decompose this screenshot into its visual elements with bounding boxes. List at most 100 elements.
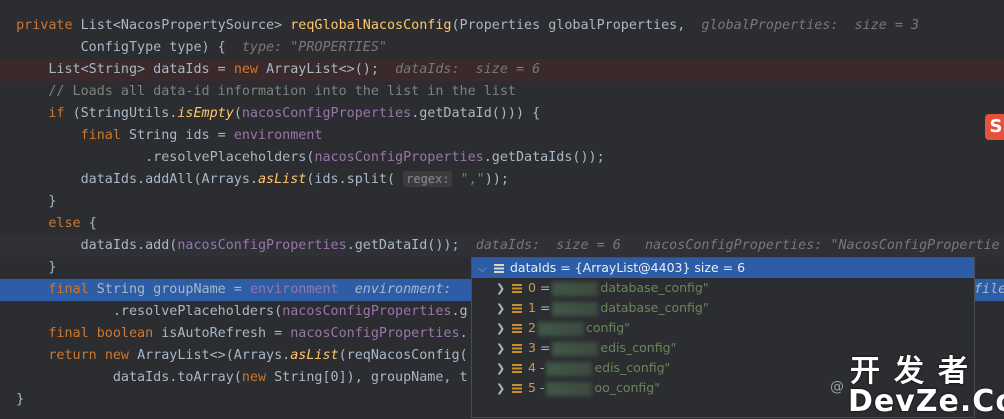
inline-debug-hint: type: "PROPERTIES" bbox=[241, 40, 387, 55]
list-item[interactable]: ❯ 2 config" bbox=[472, 318, 974, 338]
inline-debug-hint: environment: bbox=[354, 282, 452, 297]
field-ref: environment bbox=[233, 128, 323, 143]
static-method: isEmpty bbox=[177, 106, 234, 121]
brace: } bbox=[48, 260, 57, 275]
code-token: String groupName = bbox=[96, 282, 250, 297]
redacted-blur bbox=[552, 341, 599, 356]
item-index: 4 bbox=[528, 360, 536, 375]
keyword-final: final bbox=[48, 326, 97, 341]
code-line-11: dataIds.add(nacosConfigProperties.getDat… bbox=[0, 235, 1004, 257]
code-token: String ids = bbox=[129, 128, 234, 143]
code-line-5: if (StringUtils.isEmpty(nacosConfigPrope… bbox=[0, 103, 1004, 125]
code-token: isAutoRefresh = bbox=[161, 326, 291, 341]
code-token: .resolvePlaceholders( bbox=[145, 150, 315, 165]
param-type: ConfigType type) { bbox=[80, 40, 226, 55]
item-index: 5 bbox=[528, 380, 536, 395]
chevron-down-icon[interactable]: ⌵ bbox=[478, 259, 494, 279]
item-sep: - bbox=[535, 360, 545, 375]
field-ref: nacosConfigProperties bbox=[241, 106, 412, 121]
code-token: .resolvePlaceholders( bbox=[112, 304, 283, 319]
item-sep: = bbox=[535, 280, 551, 295]
keyword-return: return bbox=[48, 348, 105, 363]
field-icon bbox=[512, 364, 522, 373]
code-line-8: dataIds.addAll(Arrays.asList(ids.split( … bbox=[0, 169, 1004, 191]
item-value: edis_config" bbox=[594, 360, 671, 375]
item-index: 2 bbox=[528, 320, 536, 335]
code-token: ArrayList<>(Arrays. bbox=[137, 348, 291, 363]
watermark-logo-icon: S bbox=[985, 114, 1004, 140]
field-ref: environment bbox=[249, 282, 339, 297]
variable-header: dataIds = {ArrayList@4403} size = 6 bbox=[510, 260, 746, 275]
field-icon bbox=[512, 304, 522, 313]
keyword-if: if bbox=[48, 106, 73, 121]
field-icon bbox=[512, 344, 522, 353]
code-token: .getDataIds()); bbox=[483, 150, 605, 165]
string-literal: "," bbox=[452, 172, 485, 187]
brace: { bbox=[88, 216, 97, 231]
code-token: )); bbox=[484, 172, 509, 187]
item-sep: = bbox=[535, 340, 551, 355]
code-token: .g bbox=[451, 304, 468, 319]
declaration: List<String> dataIds = bbox=[48, 62, 234, 77]
code-token: ( bbox=[233, 106, 242, 121]
keyword-new: new bbox=[104, 348, 138, 363]
field-ref: nacosConfigProperties bbox=[282, 304, 452, 319]
inline-debug-hint: dataIds: size = 6 bbox=[475, 238, 621, 253]
code-line-4: // Loads all data-id information into th… bbox=[0, 81, 1004, 103]
field-icon bbox=[494, 264, 504, 273]
code-token: (ids.split( bbox=[306, 172, 404, 187]
watermark-at: @ bbox=[830, 379, 844, 395]
list-item[interactable]: ❯ 1 = database_config" bbox=[472, 298, 974, 318]
watermark-line2: DevZe.CoM bbox=[848, 384, 1004, 419]
field-ref: nacosConfigProperties bbox=[177, 238, 347, 253]
code-line-7: .resolvePlaceholders(nacosConfigProperti… bbox=[0, 147, 1004, 169]
item-index: 0 bbox=[528, 280, 536, 295]
chevron-right-icon[interactable]: ❯ bbox=[496, 279, 512, 299]
redacted-blur bbox=[552, 281, 599, 296]
item-sep: - bbox=[535, 380, 545, 395]
popup-header-row[interactable]: ⌵ dataIds = {ArrayList@4403} size = 6 bbox=[472, 258, 974, 278]
chevron-right-icon[interactable]: ❯ bbox=[496, 359, 512, 379]
code-comment: // Loads all data-id information into th… bbox=[48, 84, 516, 99]
return-type: List<NacosPropertySource> bbox=[80, 18, 291, 33]
code-line-2: ConfigType type) { type: "PROPERTIES" bbox=[0, 37, 1004, 59]
keyword-private: private bbox=[16, 18, 81, 33]
code-token: String[0]), groupName, t bbox=[274, 370, 468, 385]
chevron-right-icon[interactable]: ❯ bbox=[496, 339, 512, 359]
code-line-9: } bbox=[0, 191, 1004, 213]
item-index: 3 bbox=[528, 340, 536, 355]
brace: } bbox=[16, 392, 25, 407]
code-token: (reqNacosConfig( bbox=[338, 348, 468, 363]
chevron-right-icon[interactable]: ❯ bbox=[496, 319, 512, 339]
keyword-final: final bbox=[48, 282, 97, 297]
code-token: .getDataId())) { bbox=[411, 106, 541, 121]
item-value: config" bbox=[585, 320, 630, 335]
constructor: ArrayList<>(); bbox=[266, 62, 379, 77]
code-line-3: List<String> dataIds = new ArrayList<>()… bbox=[0, 59, 1004, 81]
keyword-final: final bbox=[80, 128, 129, 143]
chevron-right-icon[interactable]: ❯ bbox=[496, 299, 512, 319]
item-sep: = bbox=[535, 300, 551, 315]
code-token: dataIds.add( bbox=[80, 238, 178, 253]
code-line-6: final String ids = environment bbox=[0, 125, 1004, 147]
redacted-blur bbox=[537, 321, 584, 336]
item-index: 1 bbox=[528, 300, 536, 315]
redacted-blur bbox=[552, 301, 599, 316]
keyword-new: new bbox=[233, 62, 267, 77]
item-value: database_config" bbox=[600, 300, 709, 315]
static-method: asList bbox=[290, 348, 339, 363]
code-line-1: private List<NacosPropertySource> reqGlo… bbox=[0, 15, 1004, 37]
inline-debug-hint: globalProperties: size = 3 bbox=[701, 18, 920, 33]
item-value: edis_config" bbox=[600, 340, 677, 355]
keyword-boolean: boolean bbox=[96, 326, 162, 341]
field-icon bbox=[512, 324, 522, 333]
method-params: (Properties globalProperties, bbox=[451, 18, 686, 33]
chevron-right-icon[interactable]: ❯ bbox=[496, 379, 512, 399]
list-item[interactable]: ❯ 0 = database_config" bbox=[472, 278, 974, 298]
code-token: . bbox=[459, 326, 468, 341]
field-ref: nacosConfigProperties bbox=[314, 150, 484, 165]
item-value: oo_config" bbox=[594, 380, 660, 395]
field-icon bbox=[512, 284, 522, 293]
field-icon bbox=[512, 384, 522, 393]
method-name: reqGlobalNacosConfig bbox=[290, 18, 452, 33]
